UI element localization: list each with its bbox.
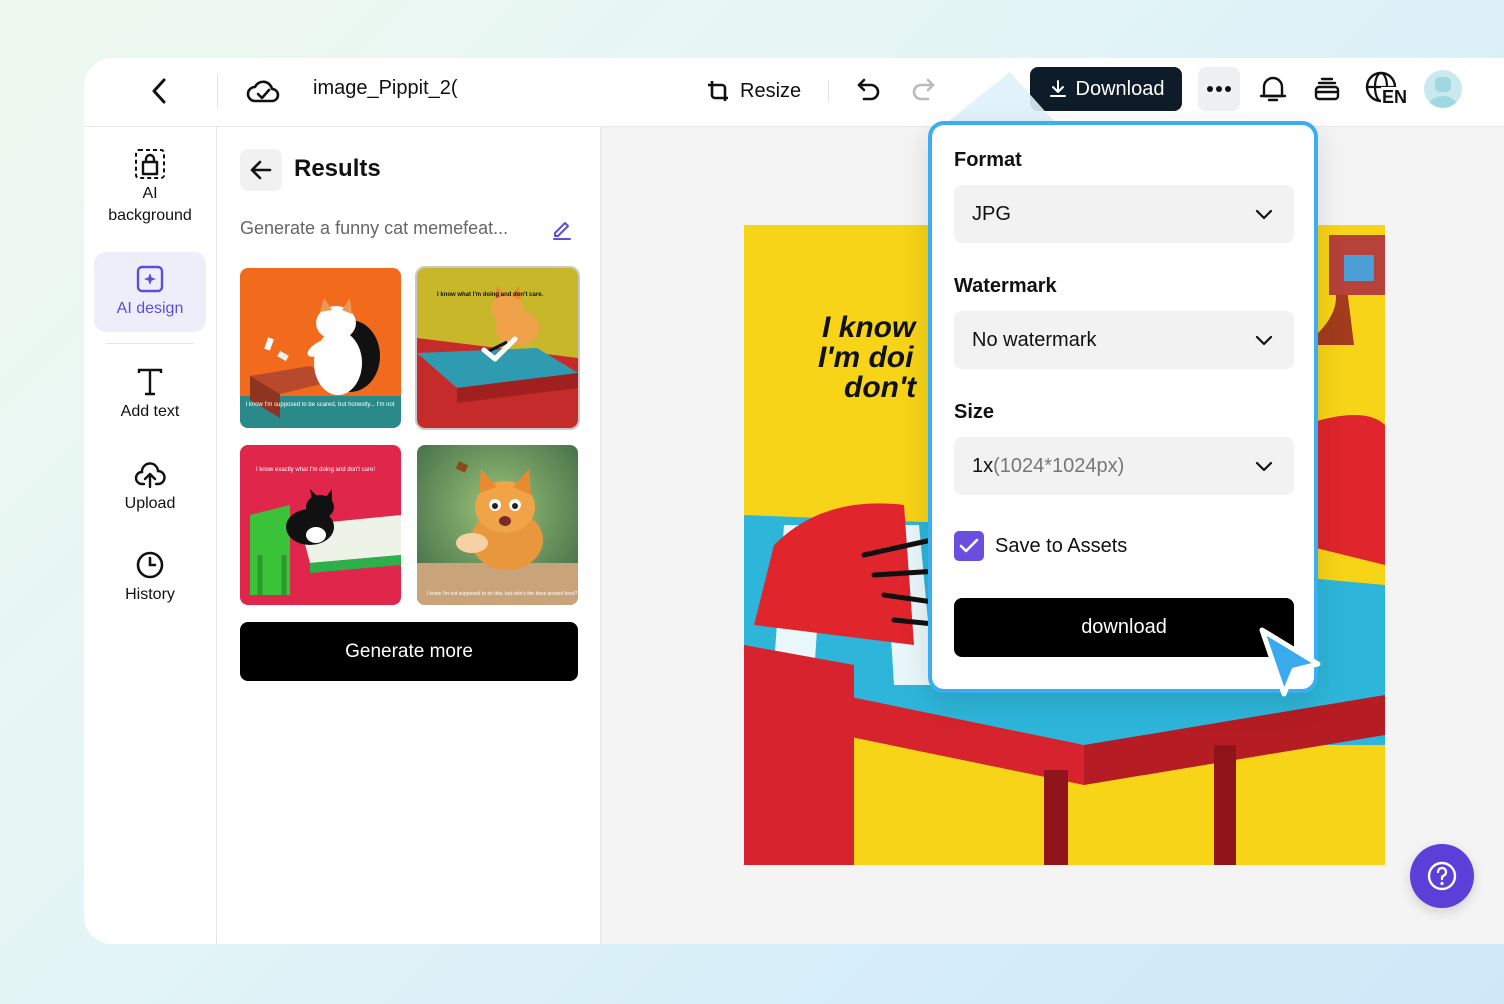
download-label: Download <box>1075 77 1165 100</box>
rail-item-add-text[interactable]: Add text <box>94 365 206 429</box>
thumbnail-caption: I know I'm supposed to be scared, but ho… <box>246 402 395 408</box>
redo-icon <box>912 78 935 101</box>
chevron-down-icon <box>1255 461 1273 472</box>
cat-meme-image-4: I know I'm not supposed to do this, but … <box>417 445 578 605</box>
thumbnail-caption: I know I'm not supposed to do this, but … <box>427 591 578 597</box>
result-thumbnail-selected[interactable]: I know what I'm doing and don't care. <box>415 266 580 430</box>
watermark-select[interactable]: No watermark <box>954 311 1294 369</box>
result-thumbnail[interactable]: I know I'm supposed to be scared, but ho… <box>240 268 401 428</box>
rail-item-upload[interactable]: Upload <box>94 457 206 521</box>
size-value-main: 1x <box>972 454 994 477</box>
chevron-left-icon <box>152 78 166 104</box>
prompt-text: Generate a funny cat memefeat... <box>240 218 509 238</box>
result-thumbnail[interactable]: I know exactly what I'm doing and don't … <box>240 445 401 605</box>
ellipsis-icon <box>1207 86 1231 92</box>
user-avatar[interactable] <box>1424 70 1462 108</box>
notifications-button[interactable] <box>1256 72 1290 106</box>
bell-icon <box>1259 76 1287 102</box>
language-code: EN <box>1381 87 1409 107</box>
back-button[interactable] <box>144 76 174 106</box>
checkmark-icon <box>959 538 979 553</box>
watermark-label: Watermark <box>954 275 1057 297</box>
chevron-down-icon <box>1255 335 1273 346</box>
redo-button[interactable] <box>908 74 938 104</box>
undo-button[interactable] <box>854 74 884 104</box>
results-title: Results <box>294 155 381 182</box>
rail-item-ai-design[interactable]: AI design <box>94 252 206 332</box>
layers-button[interactable] <box>1310 72 1344 106</box>
thumbnail-caption: I know exactly what I'm doing and don't … <box>256 467 375 473</box>
rail-label: Upload <box>124 495 176 512</box>
tool-rail: AI background AI design Add text Upload <box>84 127 217 944</box>
confirm-download-button[interactable]: download <box>954 598 1294 657</box>
divider <box>828 80 829 102</box>
rail-label: AI background <box>108 185 192 224</box>
mouse-cursor-icon <box>1259 627 1321 697</box>
download-options-menu: Format JPG Watermark No watermark Size 1… <box>928 121 1318 693</box>
rail-label: AI design <box>116 300 184 317</box>
dropdown-pointer <box>940 72 1060 128</box>
avatar-icon <box>1428 77 1458 108</box>
size-label: Size <box>954 401 995 423</box>
size-select[interactable]: 1x (1024*1024px) <box>954 437 1294 495</box>
ai-design-icon <box>135 262 165 296</box>
format-select[interactable]: JPG <box>954 185 1294 243</box>
rail-divider <box>106 343 194 344</box>
results-back-button[interactable] <box>240 149 282 191</box>
resize-button[interactable]: Resize <box>704 72 801 110</box>
save-to-assets-label[interactable]: Save to Assets <box>995 535 1127 558</box>
save-to-assets-checkbox[interactable] <box>954 531 984 561</box>
question-icon <box>1427 861 1457 891</box>
clock-icon <box>135 548 165 582</box>
language-selector[interactable]: EN <box>1364 70 1409 110</box>
rail-label: Add text <box>120 403 180 420</box>
generate-more-button[interactable]: Generate more <box>240 622 578 681</box>
format-label: Format <box>954 149 1022 171</box>
rail-item-history[interactable]: History <box>94 548 206 612</box>
edit-prompt-icon[interactable] <box>551 218 575 242</box>
upload-cloud-icon <box>134 457 166 491</box>
ai-background-icon <box>134 147 166 181</box>
text-icon <box>136 365 164 399</box>
divider <box>217 74 218 108</box>
watermark-value: No watermark <box>972 328 1097 351</box>
rail-item-ai-background[interactable]: AI background <box>94 147 206 233</box>
result-thumbnail[interactable]: I know I'm not supposed to do this, but … <box>417 445 578 605</box>
cloud-sync-icon[interactable] <box>246 74 280 108</box>
help-button[interactable] <box>1410 844 1474 908</box>
more-options-button[interactable] <box>1198 67 1240 111</box>
arrow-left-icon <box>250 160 272 180</box>
undo-icon <box>857 78 880 101</box>
canvas-caption-line: I know <box>822 311 917 344</box>
cat-meme-image-2: I know what I'm doing and don't care. <box>417 268 578 428</box>
rail-label: History <box>125 586 175 603</box>
file-name[interactable]: image_Pippit_2( <box>313 77 458 100</box>
canvas-caption-line: don't <box>844 371 918 404</box>
top-bar: image_Pippit_2( Resize Download EN <box>84 58 1504 127</box>
canvas-caption-line: I'm doi <box>818 341 914 374</box>
cat-meme-image-1: I know I'm supposed to be scared, but ho… <box>240 268 401 428</box>
resize-label: Resize <box>740 79 802 102</box>
format-value: JPG <box>972 202 1011 225</box>
size-value-detail: (1024*1024px) <box>993 454 1125 477</box>
layers-icon <box>1314 77 1340 101</box>
cat-meme-image-3: I know exactly what I'm doing and don't … <box>240 445 401 605</box>
resize-icon <box>708 81 728 101</box>
thumbnail-caption: I know what I'm doing and don't care. <box>437 292 544 298</box>
chevron-down-icon <box>1255 209 1273 220</box>
results-panel: Results Generate a funny cat memefeat...… <box>217 127 601 944</box>
